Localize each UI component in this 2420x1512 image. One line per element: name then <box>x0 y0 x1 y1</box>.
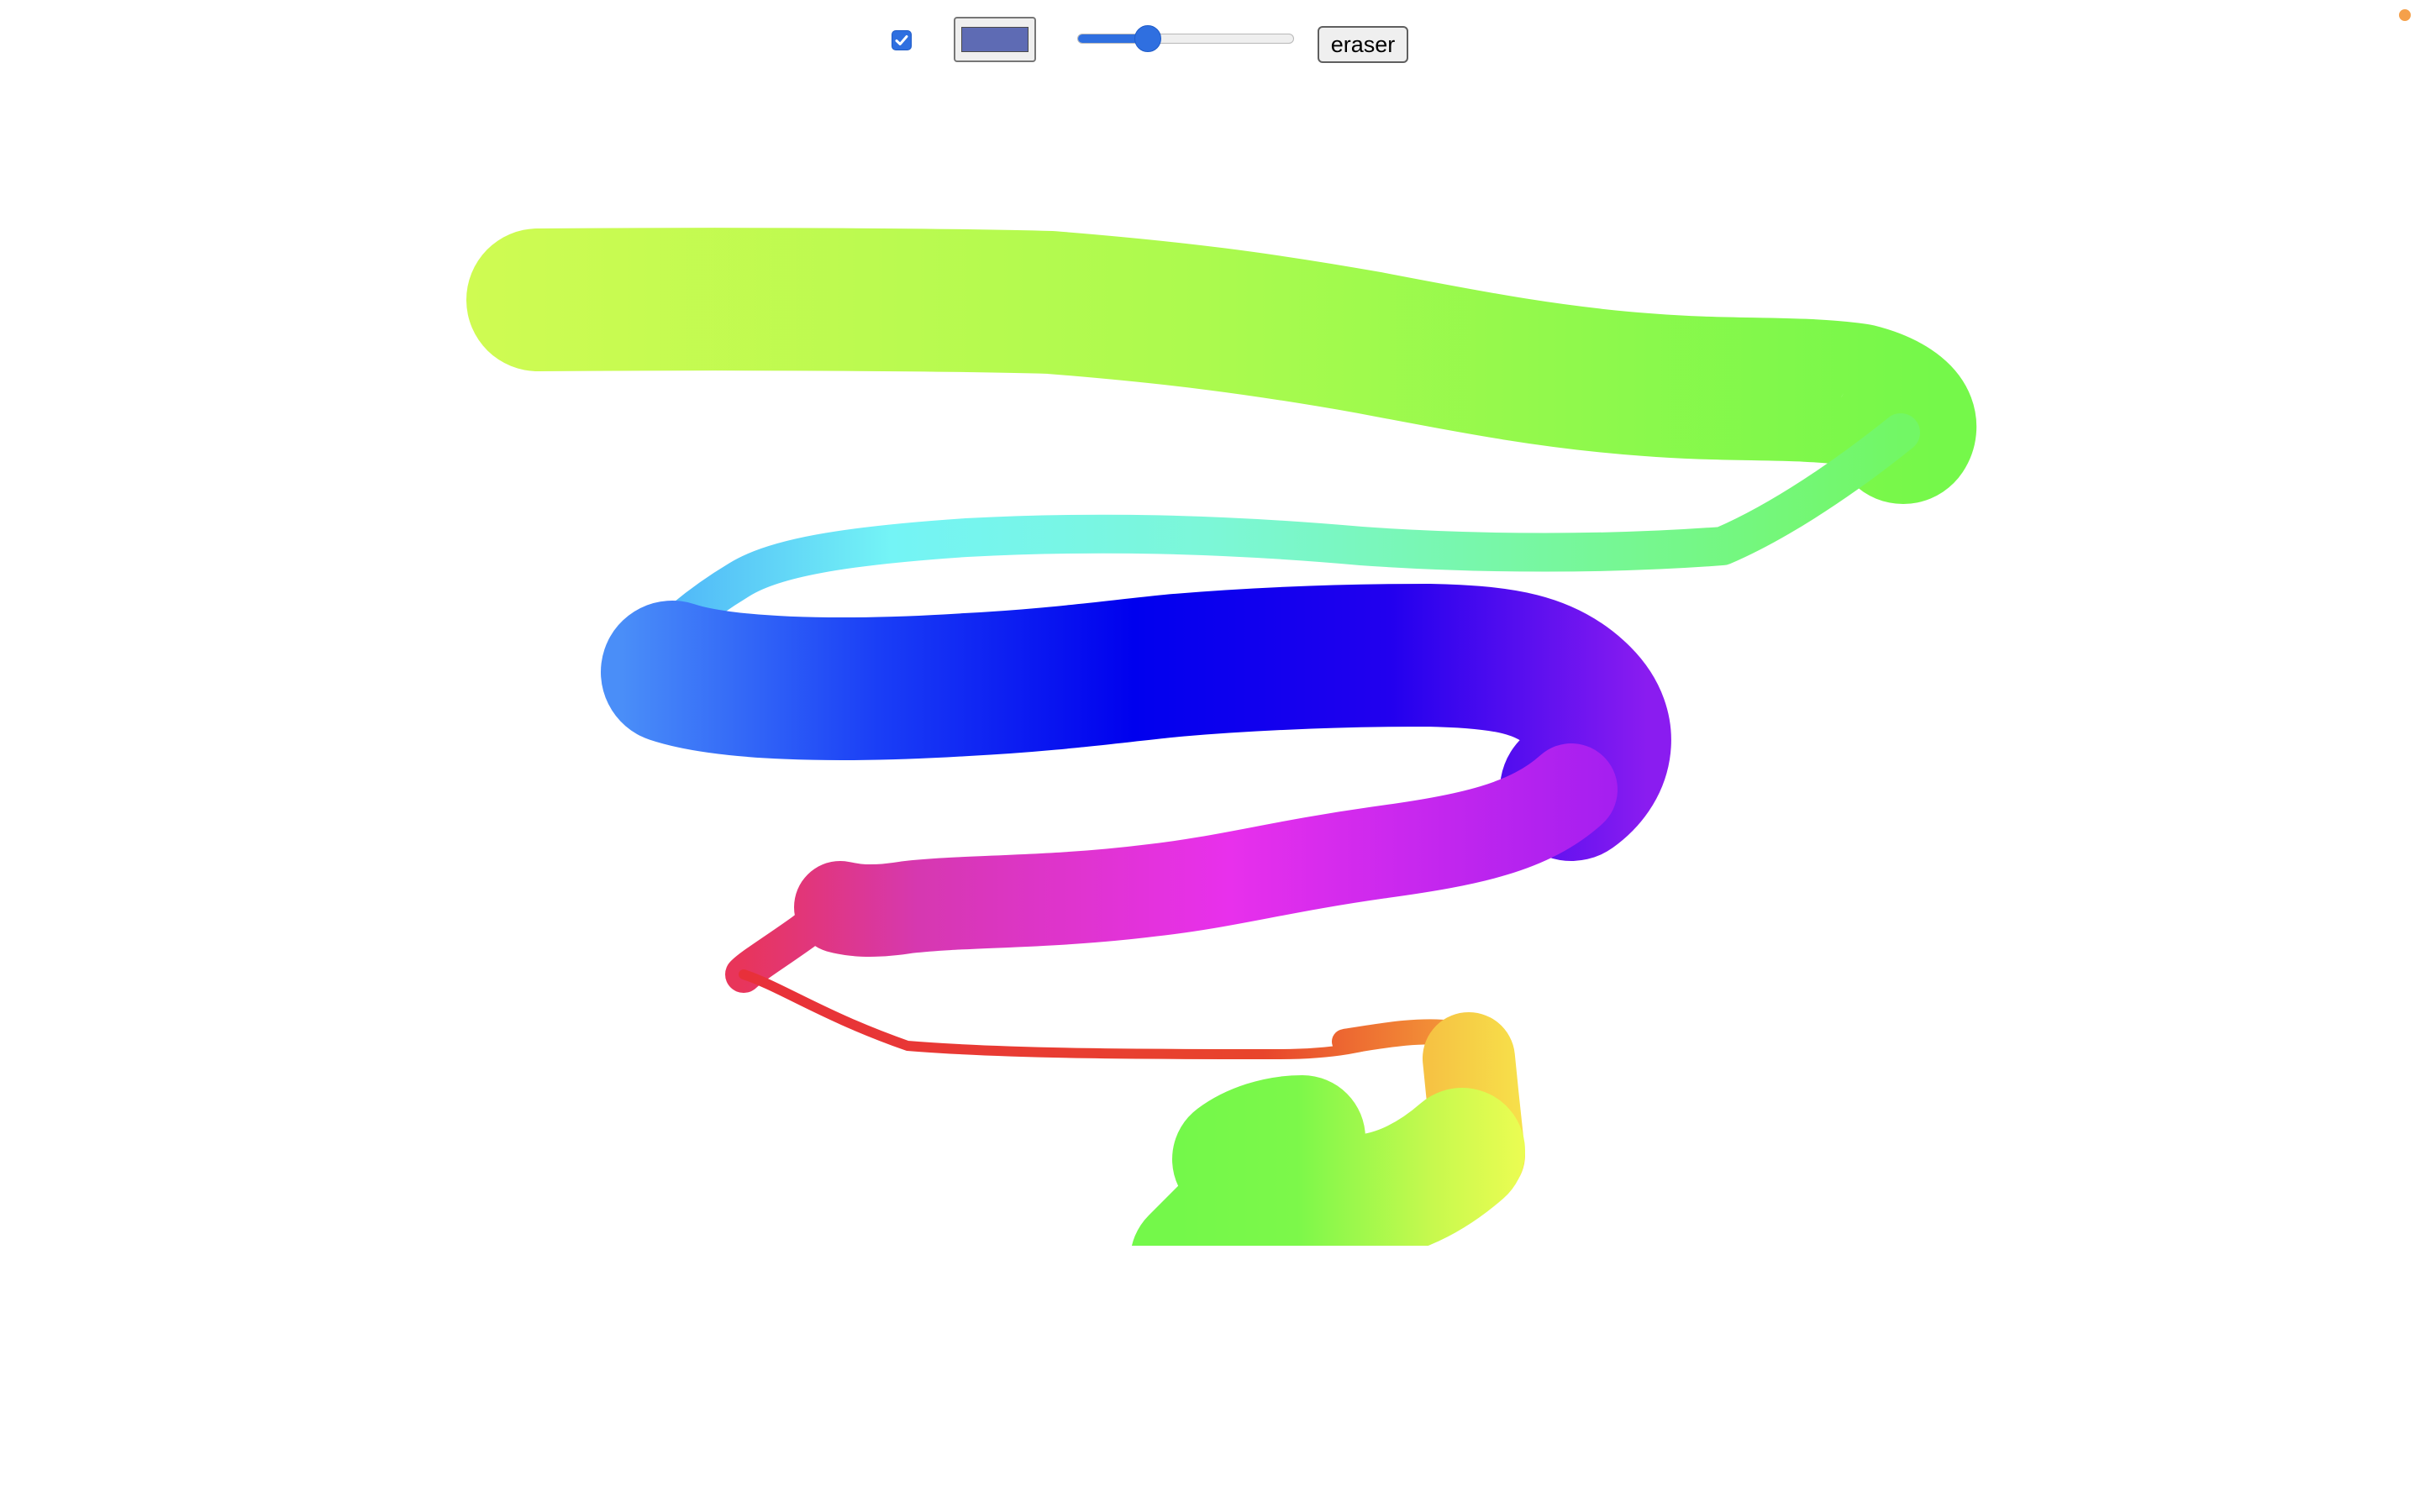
stroke-segment-7b <box>1172 1075 1365 1222</box>
app-root: eraser <box>0 0 2420 1512</box>
stroke-segment-3 <box>601 584 1671 861</box>
stroke-segment-4 <box>794 743 1618 958</box>
stroke-segment-1 <box>466 228 1976 504</box>
drawing-canvas[interactable] <box>0 0 2420 1512</box>
